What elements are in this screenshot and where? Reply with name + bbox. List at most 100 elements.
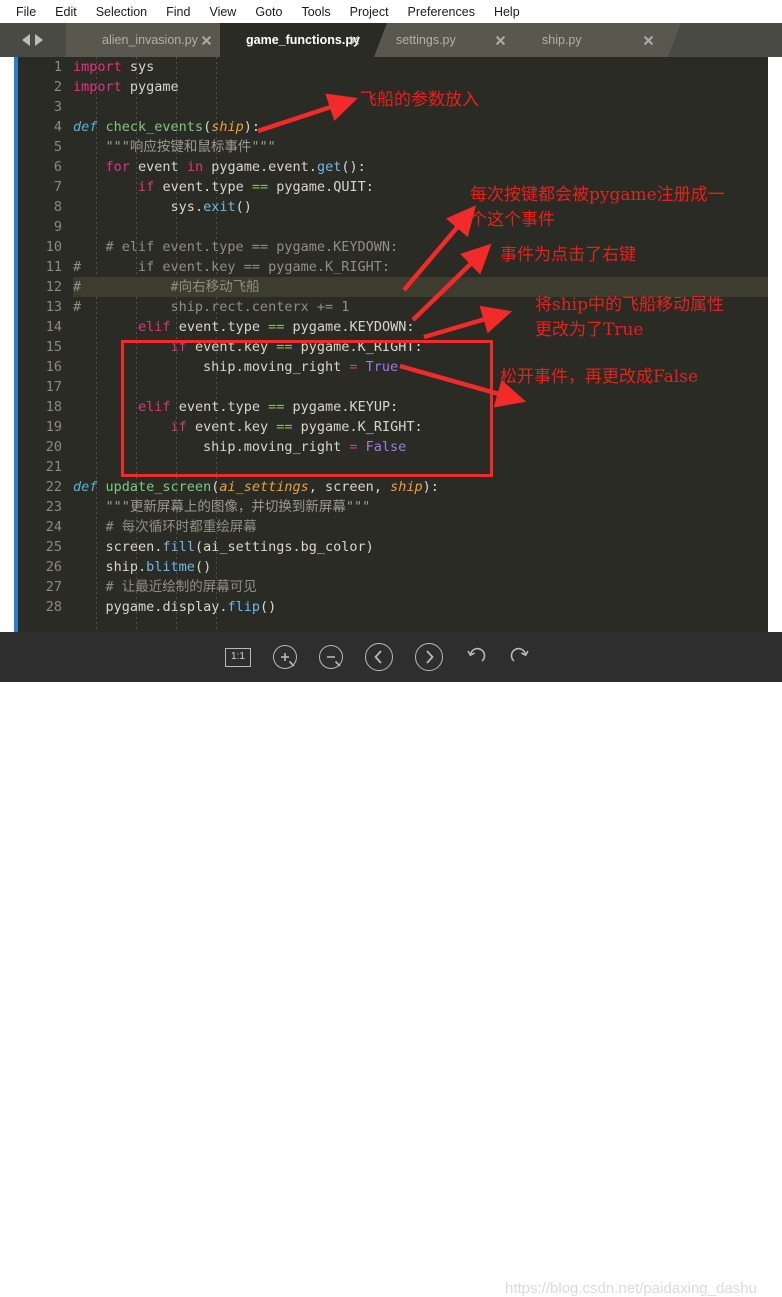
code-text: # 让最近绘制的屏幕可见	[73, 579, 257, 595]
menu-bar: File Edit Selection Find View Goto Tools…	[0, 0, 782, 23]
line-number: 1	[53, 59, 62, 75]
menu-item-edit[interactable]: Edit	[55, 5, 77, 19]
code-text: if event.key == pygame.K_RIGHT:	[170, 339, 423, 355]
menu-item-tools[interactable]: Tools	[301, 5, 330, 19]
tab-settings[interactable]: settings.py	[370, 23, 533, 57]
code-text: # #向右移动飞船	[73, 279, 260, 295]
toolbar-buttons: 1:1	[225, 643, 531, 671]
zoom-in-icon	[281, 653, 295, 667]
code-text: # elif event.type == pygame.KEYDOWN:	[73, 239, 399, 255]
watermark-url: https://blog.csdn.net/paidaxing_dashu	[505, 1280, 757, 1297]
rotate-right-button[interactable]	[509, 646, 531, 668]
line-number: 7	[53, 179, 62, 195]
nav-left-arrow-icon[interactable]	[22, 34, 30, 46]
code-text: """更新屏幕上的图像，并切换到新屏幕"""	[73, 499, 371, 515]
line-number: 19	[45, 419, 62, 435]
annotation-3: 事件为点击了右键	[500, 245, 636, 265]
line-number: 28	[45, 599, 62, 615]
code-line: 10 # elif event.type == pygame.KEYDOWN:	[46, 237, 768, 257]
close-icon[interactable]	[643, 35, 654, 46]
code-line: 20 ship.moving_right = False	[46, 437, 768, 457]
code-text: elif event.type == pygame.KEYUP:	[138, 399, 399, 415]
menu-item-find[interactable]: Find	[166, 5, 190, 19]
line-number: 5	[53, 139, 62, 155]
line-number: 6	[53, 159, 62, 175]
line-number: 24	[45, 519, 62, 535]
zoom-in-button[interactable]	[273, 645, 297, 669]
application-window: File Edit Selection Find View Goto Tools…	[0, 0, 782, 1297]
tab-ship[interactable]: ship.py	[516, 23, 681, 57]
code-text: # ship.rect.centerx += 1	[73, 299, 350, 315]
code-text: if event.type == pygame.QUIT:	[138, 179, 374, 195]
code-text: import sys	[73, 59, 155, 75]
rotate-right-icon	[510, 647, 529, 662]
annotation-2: 每次按键都会被pygame注册成一 个这个事件	[470, 185, 725, 230]
code-editor[interactable]: 1 import sys 2 import pygame 3 4 def check_eve…	[14, 57, 768, 632]
line-number: 25	[45, 539, 62, 555]
tab-strip: alien_invasion.py game_functions.py sett…	[0, 23, 782, 57]
code-line: 24 # 每次循环时都重绘屏幕	[46, 517, 768, 537]
code-content[interactable]: 1 import sys 2 import pygame 3 4 def check_eve…	[46, 57, 768, 632]
tab-alien-invasion[interactable]: alien_invasion.py	[66, 23, 239, 57]
code-text: import pygame	[73, 79, 179, 95]
zoom-reset-button[interactable]: 1:1	[225, 647, 251, 667]
code-line: 26 ship.blitme()	[46, 557, 768, 577]
code-text: # if event.key == pygame.K_RIGHT:	[73, 259, 390, 275]
line-number: 15	[45, 339, 62, 355]
line-number: 14	[45, 319, 62, 335]
line-number: 16	[45, 359, 62, 375]
code-line: 23 """更新屏幕上的图像，并切换到新屏幕"""	[46, 497, 768, 517]
code-text: pygame.display.flip()	[105, 599, 277, 615]
rotate-left-button[interactable]	[465, 646, 487, 668]
menu-item-selection[interactable]: Selection	[96, 5, 147, 19]
menu-item-preferences[interactable]: Preferences	[408, 5, 475, 19]
zoom-out-button[interactable]	[319, 645, 343, 669]
line-number: 3	[53, 99, 62, 115]
code-text: sys.exit()	[170, 199, 252, 215]
code-line: 6 for event in pygame.event.get():	[54, 157, 768, 177]
code-text: if event.key == pygame.K_RIGHT:	[170, 419, 423, 435]
line-number: 23	[45, 499, 62, 515]
menu-item-view[interactable]: View	[209, 5, 236, 19]
menu-item-project[interactable]: Project	[350, 5, 389, 19]
tab-nav-arrows[interactable]	[22, 32, 60, 48]
code-line: 25 screen.fill(ai_settings.bg_color)	[46, 537, 768, 557]
code-line: 19 if event.key == pygame.K_RIGHT:	[46, 417, 768, 437]
menu-item-help[interactable]: Help	[494, 5, 520, 19]
code-line: 1 import sys	[54, 57, 768, 77]
code-line: 27 # 让最近绘制的屏幕可见	[46, 577, 768, 597]
tab-game-functions[interactable]: game_functions.py	[220, 23, 387, 57]
nav-right-arrow-icon[interactable]	[35, 34, 43, 46]
code-text: ship.moving_right = True	[203, 359, 399, 375]
code-text: """响应按键和鼠标事件"""	[73, 139, 276, 155]
code-line: 18 elif event.type == pygame.KEYUP:	[46, 397, 768, 417]
menu-item-file[interactable]: File	[16, 5, 36, 19]
code-text: elif event.type == pygame.KEYDOWN:	[138, 319, 415, 335]
code-text: ship.blitme()	[105, 559, 212, 575]
chevron-right-icon	[426, 650, 434, 664]
prev-button[interactable]	[365, 643, 393, 671]
line-number: 9	[53, 219, 62, 235]
line-number: 21	[45, 459, 62, 475]
menu-item-goto[interactable]: Goto	[255, 5, 282, 19]
code-line: 21	[46, 457, 768, 477]
close-icon[interactable]	[495, 35, 506, 46]
annotation-1: 飞船的参数放入	[360, 90, 479, 110]
line-number: 13	[45, 299, 62, 315]
code-text: # 每次循环时都重绘屏幕	[73, 519, 257, 535]
close-icon[interactable]	[349, 35, 360, 46]
close-icon[interactable]	[201, 35, 212, 46]
tab-slant	[374, 23, 387, 57]
annotation-4: 将ship中的飞船移动属性 更改为了True	[535, 295, 724, 340]
line-number: 2	[53, 79, 62, 95]
tab-list: alien_invasion.py game_functions.py sett…	[66, 23, 681, 57]
line-number: 10	[45, 239, 62, 255]
tab-label: alien_invasion.py	[102, 33, 198, 47]
tab-label: settings.py	[396, 33, 456, 47]
code-text: ship.moving_right = False	[203, 439, 407, 455]
line-number: 22	[45, 479, 62, 495]
bottom-toolbar: 1:1 https://blog.csdn.net/paidaxing_dash…	[0, 632, 782, 1297]
next-button[interactable]	[415, 643, 443, 671]
chevron-left-icon	[374, 650, 382, 664]
tab-label: ship.py	[542, 33, 582, 47]
